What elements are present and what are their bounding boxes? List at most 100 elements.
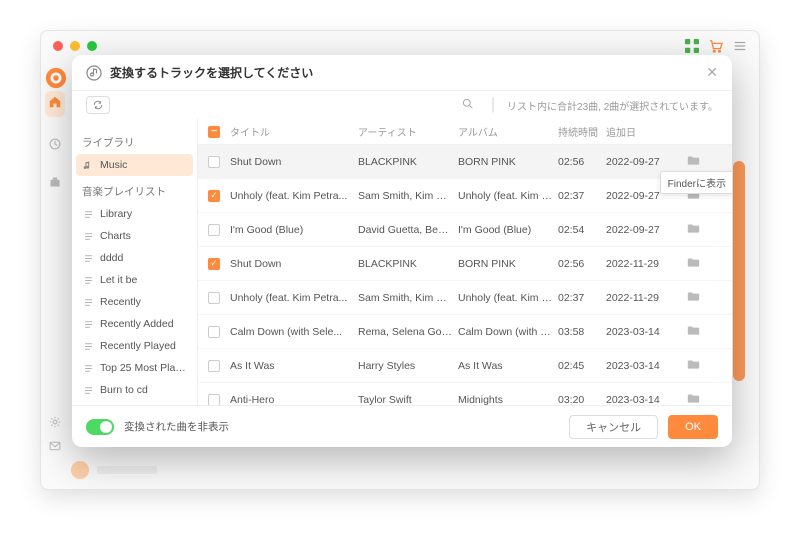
row-checkbox[interactable] — [208, 224, 220, 236]
sidebar-item[interactable]: dddd — [72, 247, 197, 269]
window-zoom-icon[interactable] — [87, 41, 97, 51]
track-table: タイトル アーティスト アルバム 持続時間 追加日 Shut DownBLACK… — [198, 119, 732, 405]
sidebar-item[interactable]: Recently Added — [72, 313, 197, 335]
music-note-icon — [82, 159, 94, 171]
row-checkbox[interactable] — [208, 292, 220, 304]
table-row[interactable]: Unholy (feat. Kim Petra...Sam Smith, Kim… — [198, 281, 732, 315]
hide-converted-toggle[interactable] — [86, 419, 114, 435]
sidebar-item-label: Charts — [100, 230, 131, 242]
col-duration[interactable]: 持続時間 — [558, 124, 606, 139]
cell-duration: 02:56 — [558, 156, 606, 168]
sidebar-item[interactable]: Charts — [72, 225, 197, 247]
show-in-finder-icon[interactable] — [687, 358, 700, 374]
status-message: リスト内に合計23曲, 2曲が選択されています。 — [507, 98, 718, 113]
window-minimize-icon[interactable] — [70, 41, 80, 51]
search-icon[interactable] — [462, 98, 473, 112]
show-in-finder-icon[interactable] — [687, 154, 700, 170]
table-row[interactable]: Unholy (feat. Kim Petra...Sam Smith, Kim… — [198, 179, 732, 213]
cell-date: 2022-09-27 — [606, 224, 682, 236]
sidebar-item[interactable]: Burn to cd — [72, 379, 197, 401]
modal-sidebar: ライブラリ Music 音楽プレイリスト Library Charts dddd Let i… — [72, 119, 198, 405]
col-artist[interactable]: アーティスト — [358, 124, 458, 139]
sidebar-section-label: 音楽プレイリスト — [72, 180, 197, 203]
cell-artist: Sam Smith, Kim Pe... — [358, 190, 458, 202]
table-row[interactable]: As It WasHarry StylesAs It Was02:452023-… — [198, 349, 732, 383]
finder-tooltip: Finderに表示 — [660, 171, 732, 194]
cell-album: I'm Good (Blue) — [458, 224, 558, 236]
cell-duration: 02:37 — [558, 190, 606, 202]
bg-user-row — [71, 461, 157, 479]
gear-icon[interactable] — [49, 415, 61, 433]
table-row[interactable]: I'm Good (Blue)David Guetta, Beb...I'm G… — [198, 213, 732, 247]
sidebar-item[interactable]: Let it be — [72, 269, 197, 291]
cell-album: BORN PINK — [458, 258, 558, 270]
modal-toolbar: | リスト内に合計23曲, 2曲が選択されています。 — [72, 91, 732, 119]
cell-artist: BLACKPINK — [358, 156, 458, 168]
show-in-finder-icon[interactable] — [687, 392, 700, 406]
row-checkbox[interactable] — [208, 156, 220, 168]
row-checkbox[interactable] — [208, 326, 220, 338]
select-all-checkbox[interactable] — [208, 126, 220, 138]
cell-artist: Sam Smith, Kim Pe... — [358, 292, 458, 304]
cell-duration: 03:58 — [558, 326, 606, 338]
cell-duration: 02:37 — [558, 292, 606, 304]
cell-album: Unholy (feat. Kim P... — [458, 190, 558, 202]
sidebar-section-label: ライブラリ — [72, 131, 197, 154]
row-checkbox[interactable] — [208, 360, 220, 372]
show-in-finder-icon[interactable] — [687, 324, 700, 340]
clock-icon[interactable] — [49, 137, 61, 155]
window-close-icon[interactable] — [53, 41, 63, 51]
playlist-icon — [82, 230, 94, 242]
cell-album: As It Was — [458, 360, 558, 372]
sidebar-item[interactable]: Recently — [72, 291, 197, 313]
cell-date: 2023-03-14 — [606, 394, 682, 406]
refresh-button[interactable] — [86, 96, 110, 114]
cell-artist: Harry Styles — [358, 360, 458, 372]
show-in-finder-icon[interactable] — [687, 222, 700, 238]
sidebar-item[interactable]: Music — [76, 154, 193, 176]
sidebar-item-label: dddd — [100, 252, 123, 264]
playlist-icon — [82, 340, 94, 352]
cell-album: Unholy (feat. Kim P... — [458, 292, 558, 304]
cancel-button[interactable]: キャンセル — [569, 415, 658, 439]
playlist-icon — [82, 274, 94, 286]
sidebar-item-label: Recently — [100, 296, 141, 308]
sidebar-item-label: Burn to cd — [100, 384, 148, 396]
table-row[interactable]: Shut DownBLACKPINKBORN PINK02:562022-11-… — [198, 247, 732, 281]
cell-title: Unholy (feat. Kim Petra... — [230, 190, 358, 202]
cell-title: As It Was — [230, 360, 358, 372]
ok-button[interactable]: OK — [668, 415, 718, 439]
row-checkbox[interactable] — [208, 258, 220, 270]
sidebar-item[interactable]: Recently Played — [72, 335, 197, 357]
briefcase-icon[interactable] — [49, 175, 61, 193]
cell-date: 2022-09-27 — [606, 156, 682, 168]
sidebar-item-label: Recently Added — [100, 318, 174, 330]
table-row[interactable]: Calm Down (with Sele...Rema, Selena Gom.… — [198, 315, 732, 349]
playlist-icon — [82, 362, 94, 374]
col-title[interactable]: タイトル — [230, 124, 358, 139]
row-checkbox[interactable] — [208, 190, 220, 202]
sidebar-item[interactable]: Library — [72, 203, 197, 225]
col-date[interactable]: 追加日 — [606, 124, 682, 139]
table-row[interactable]: Anti-HeroTaylor SwiftMidnights03:202023-… — [198, 383, 732, 405]
cell-album: Calm Down (with S... — [458, 326, 558, 338]
sidebar-item-label: Library — [100, 208, 132, 220]
cell-artist: Taylor Swift — [358, 394, 458, 406]
sidebar-item-label: Music — [100, 159, 127, 171]
close-icon[interactable]: ✕ — [706, 64, 718, 81]
show-in-finder-icon[interactable] — [687, 290, 700, 306]
sidebar-item-label: Let it be — [100, 274, 137, 286]
sidebar-item[interactable]: Top 25 Most Played — [72, 357, 197, 379]
table-header: タイトル アーティスト アルバム 持続時間 追加日 — [198, 119, 732, 145]
table-row[interactable]: Shut DownBLACKPINKBORN PINK02:562022-09-… — [198, 145, 732, 179]
menu-icon[interactable] — [733, 39, 747, 58]
home-icon[interactable] — [45, 91, 65, 117]
row-checkbox[interactable] — [208, 394, 220, 406]
cell-title: Anti-Hero — [230, 394, 358, 406]
mail-icon[interactable] — [49, 439, 61, 457]
cell-date: 2022-11-29 — [606, 292, 682, 304]
cell-duration: 02:54 — [558, 224, 606, 236]
col-album[interactable]: アルバム — [458, 124, 558, 139]
cell-album: BORN PINK — [458, 156, 558, 168]
show-in-finder-icon[interactable] — [687, 256, 700, 272]
